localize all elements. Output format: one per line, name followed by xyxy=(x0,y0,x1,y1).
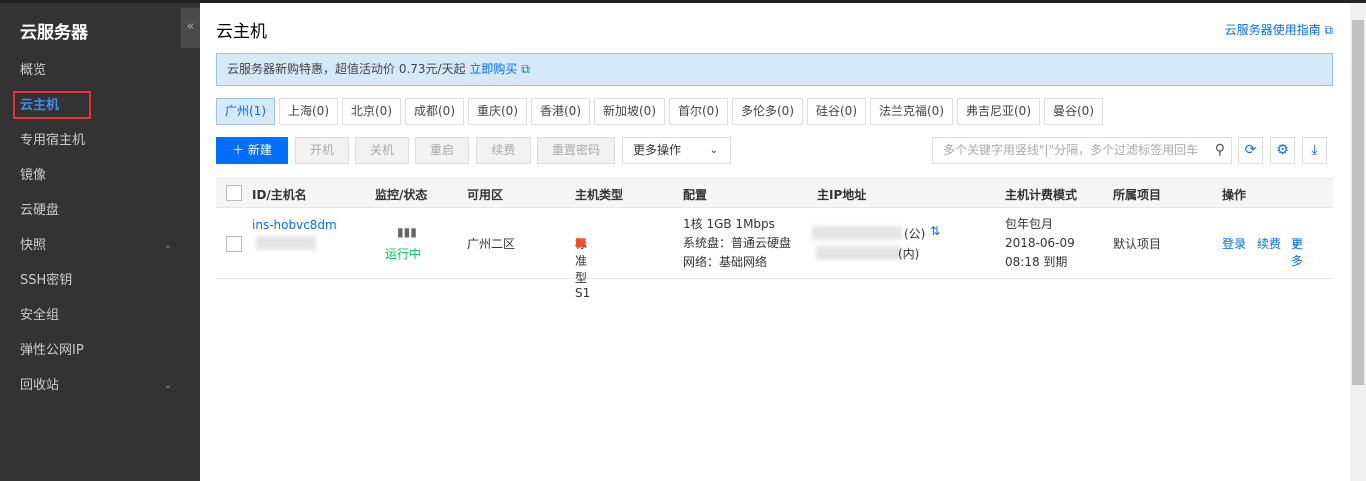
promo-banner: 云服务器新购特惠，超值活动价 0.73元/天起 立即购买 ⧉ xyxy=(216,53,1333,86)
col-status: 监控/状态 xyxy=(375,188,428,202)
redacted-private-ip xyxy=(816,246,901,260)
login-link[interactable]: 登录 xyxy=(1222,235,1246,252)
billing-text: 包年包月 2018-06-09 08:18 到期 xyxy=(1005,217,1075,269)
renew-button[interactable]: 续费 xyxy=(476,137,531,164)
search-icon: ⚲ xyxy=(1214,142,1225,158)
table-header: ID/主机名 监控/状态 可用区 主机类型 配置 主IP地址 主机计费模式 所属… xyxy=(216,178,1333,208)
sidebar-item-dedicated-host[interactable]: 专用宿主机 xyxy=(20,129,180,153)
col-zone: 可用区 xyxy=(467,188,504,202)
more-actions-dropdown[interactable]: 更多操作 ⌄ xyxy=(622,137,731,164)
col-project: 所属项目 xyxy=(1113,188,1162,202)
sidebar-item-label: 镜像 xyxy=(20,168,47,183)
config-text: 1核 1GB 1Mbps 系统盘：普通云硬盘 网络：基础网络 xyxy=(683,217,792,269)
gear-icon: ⚙ xyxy=(1276,142,1289,158)
sidebar-item-label: SSH密钥 xyxy=(20,273,73,288)
private-ip-label: (内) xyxy=(898,247,920,261)
col-type: 主机类型 xyxy=(575,188,624,202)
col-ip: 主IP地址 xyxy=(817,188,867,202)
sidebar-title: 云服务器 xyxy=(20,23,88,43)
sidebar-item-overview[interactable]: 概览 xyxy=(20,59,180,83)
region-tab[interactable]: 首尔(0) xyxy=(669,98,728,125)
redacted-hostname xyxy=(256,236,316,250)
region-tab[interactable]: 广州(1) xyxy=(216,98,275,125)
sidebar-item-label: 专用宿主机 xyxy=(20,133,86,148)
project-text: 默认项目 xyxy=(1113,237,1162,251)
region-tab[interactable]: 香港(0) xyxy=(531,98,590,125)
page-title: 云主机 xyxy=(216,22,267,42)
col-billing: 主机计费模式 xyxy=(1005,188,1078,202)
region-tab[interactable]: 多伦多(0) xyxy=(732,98,803,125)
sidebar-item-label: 概览 xyxy=(20,63,47,78)
stop-button[interactable]: 关机 xyxy=(355,137,409,164)
new-button[interactable]: ＋ 新建 xyxy=(216,137,288,164)
sidebar-item-label: 弹性公网IP xyxy=(20,343,84,358)
sidebar-item-eip[interactable]: 弹性公网IP xyxy=(20,339,180,363)
download-button[interactable]: ⤓ xyxy=(1302,137,1327,164)
redacted-public-ip xyxy=(812,226,902,240)
region-tab[interactable]: 弗吉尼亚(0) xyxy=(957,98,1040,125)
download-icon: ⤓ xyxy=(1311,142,1318,158)
scrollbar-thumb[interactable] xyxy=(1352,20,1364,385)
windows-icon: ■ xyxy=(575,235,587,249)
toolbar: ＋ 新建 开机 关机 重启 续费 重置密码 更多操作 ⌄ 多个关键字用竖线"|"分… xyxy=(216,137,1333,164)
region-tab[interactable]: 法兰克福(0) xyxy=(870,98,953,125)
sidebar-item-security-group[interactable]: 安全组 xyxy=(20,304,180,328)
row-checkbox[interactable] xyxy=(226,236,242,252)
region-tab[interactable]: 重庆(0) xyxy=(468,98,527,125)
top-bar xyxy=(0,0,1366,3)
reset-password-button[interactable]: 重置密码 xyxy=(537,137,615,164)
region-tab[interactable]: 曼谷(0) xyxy=(1044,98,1103,125)
region-tab[interactable]: 硅谷(0) xyxy=(807,98,866,125)
sidebar-item-label: 云硬盘 xyxy=(20,203,60,218)
region-tabs: 广州(1) 上海(0) 北京(0) 成都(0) 重庆(0) 香港(0) 新加坡(0) 首尔(0… xyxy=(216,98,1103,125)
sidebar-item-ssh-keys[interactable]: SSH密钥 xyxy=(20,269,180,293)
sidebar-item-images[interactable]: 镜像 xyxy=(20,164,180,188)
buy-now-link[interactable]: 立即购买 ⧉ xyxy=(469,62,529,76)
scrollbar[interactable] xyxy=(1350,3,1366,481)
search-input[interactable]: 多个关键字用竖线"|"分隔，多个过滤标签用回车 ⚲ xyxy=(932,137,1232,164)
status-text: 运行中 xyxy=(385,247,422,261)
instance-table: ID/主机名 监控/状态 可用区 主机类型 配置 主IP地址 主机计费模式 所属… xyxy=(216,178,1333,300)
sidebar-item-snapshot[interactable]: 快照 ⌄ xyxy=(20,234,180,258)
start-button[interactable]: 开机 xyxy=(295,137,349,164)
highlight-box xyxy=(13,91,91,119)
guide-link[interactable]: 云服务器使用指南 ⧉ xyxy=(1225,21,1333,38)
refresh-button[interactable]: ⟳ xyxy=(1238,137,1263,164)
col-config: 配置 xyxy=(683,188,708,202)
collapse-sidebar-button[interactable]: « xyxy=(181,8,200,48)
region-tab[interactable]: 新加坡(0) xyxy=(594,98,665,125)
region-tab[interactable]: 北京(0) xyxy=(342,98,401,125)
guide-link-label: 云服务器使用指南 xyxy=(1224,23,1321,37)
col-id: ID/主机名 xyxy=(252,188,307,202)
sidebar-item-cloud-disk[interactable]: 云硬盘 xyxy=(20,199,180,223)
chevron-down-icon: ⌄ xyxy=(1291,235,1302,249)
chevron-down-icon: ⌄ xyxy=(163,240,172,251)
chevron-down-icon: ⌄ xyxy=(163,380,172,391)
region-tab[interactable]: 成都(0) xyxy=(405,98,464,125)
restart-button[interactable]: 重启 xyxy=(415,137,469,164)
sidebar-item-label: 回收站 xyxy=(20,378,60,393)
region-tab[interactable]: 上海(0) xyxy=(279,98,338,125)
col-actions: 操作 xyxy=(1222,188,1247,202)
external-link-icon: ⧉ xyxy=(1324,23,1333,37)
sidebar: 云服务器 « 概览 云主机 专用宿主机 镜像 云硬盘 快照 ⌄ SSH密钥 安全组… xyxy=(0,3,200,481)
table-row: ins-hobvc8dm ▮▮▮ 运行中 广州二区 标准型S1 ■ 1核 1GB … xyxy=(216,208,1333,300)
banner-text: 云服务器新购特惠，超值活动价 0.73元/天起 xyxy=(227,62,466,76)
sidebar-item-label: 安全组 xyxy=(20,308,60,323)
refresh-icon: ⟳ xyxy=(1244,142,1257,158)
sidebar-item-label: 快照 xyxy=(20,238,47,253)
renew-link[interactable]: 续费 xyxy=(1257,235,1281,252)
zone-text: 广州二区 xyxy=(467,237,516,251)
select-all-checkbox[interactable] xyxy=(226,185,242,201)
switch-ip-icon[interactable]: ⇅ xyxy=(930,224,940,238)
sidebar-item-recycle-bin[interactable]: 回收站 ⌄ xyxy=(20,374,180,398)
settings-button[interactable]: ⚙ xyxy=(1270,137,1295,164)
public-ip-label: (公) xyxy=(904,227,926,241)
instance-id-link[interactable]: ins-hobvc8dm xyxy=(252,218,337,232)
chevron-down-icon: ⌄ xyxy=(709,145,718,156)
monitor-chart-icon[interactable]: ▮▮▮ xyxy=(397,225,417,239)
